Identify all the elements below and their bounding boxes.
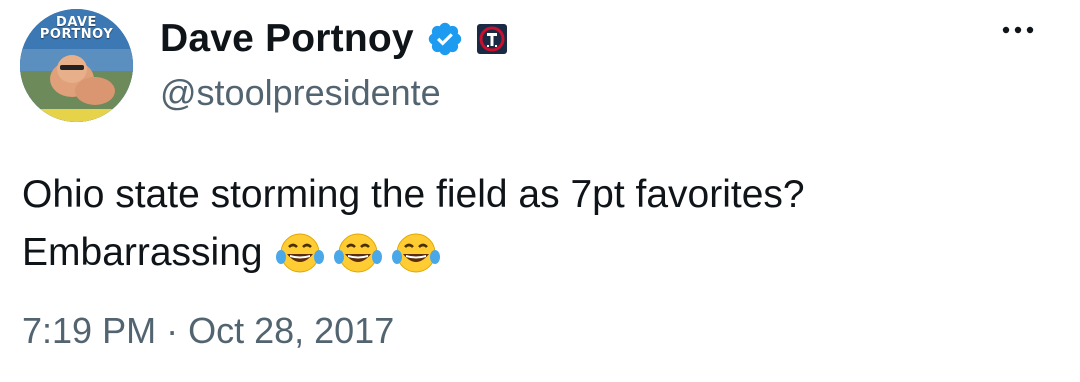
avatar-logo-line-2: PORTNOY [39, 27, 114, 42]
tweet-text-line-2: Embarrassing [22, 224, 1042, 282]
tweet-text-line-1: Ohio state storming the field as 7pt fav… [22, 166, 1042, 224]
more-options-icon[interactable] [998, 18, 1038, 42]
meta-separator: · [166, 310, 179, 351]
avatar-logo: DAVE PORTNOY [20, 16, 133, 42]
display-name[interactable]: Dave Portnoy [160, 17, 414, 61]
tweet-date: Oct 28, 2017 [188, 310, 395, 351]
verified-badge-icon[interactable] [426, 20, 464, 58]
face-with-tears-of-joy-icon [275, 231, 325, 275]
author-name-row: Dave Portnoy [160, 14, 508, 64]
tweet-card: DAVE PORTNOY Dave Portnoy @stoolpresiden… [0, 0, 1080, 382]
tweet-timestamp[interactable]: 7:19 PM · Oct 28, 2017 [22, 310, 394, 352]
tweet-time: 7:19 PM [22, 310, 157, 351]
tweet-text: Ohio state storming the field as 7pt fav… [22, 166, 1042, 282]
avatar[interactable]: DAVE PORTNOY [20, 9, 133, 122]
tweet-line-1-text: Ohio state storming the field as 7pt fav… [22, 173, 805, 216]
emoji-group [275, 231, 441, 275]
author-handle[interactable]: @stoolpresidente [160, 72, 441, 114]
barstool-affiliate-icon[interactable] [476, 23, 508, 55]
face-with-tears-of-joy-icon [333, 231, 383, 275]
tweet-line-2-text: Embarrassing [22, 231, 263, 274]
face-with-tears-of-joy-icon [391, 231, 441, 275]
